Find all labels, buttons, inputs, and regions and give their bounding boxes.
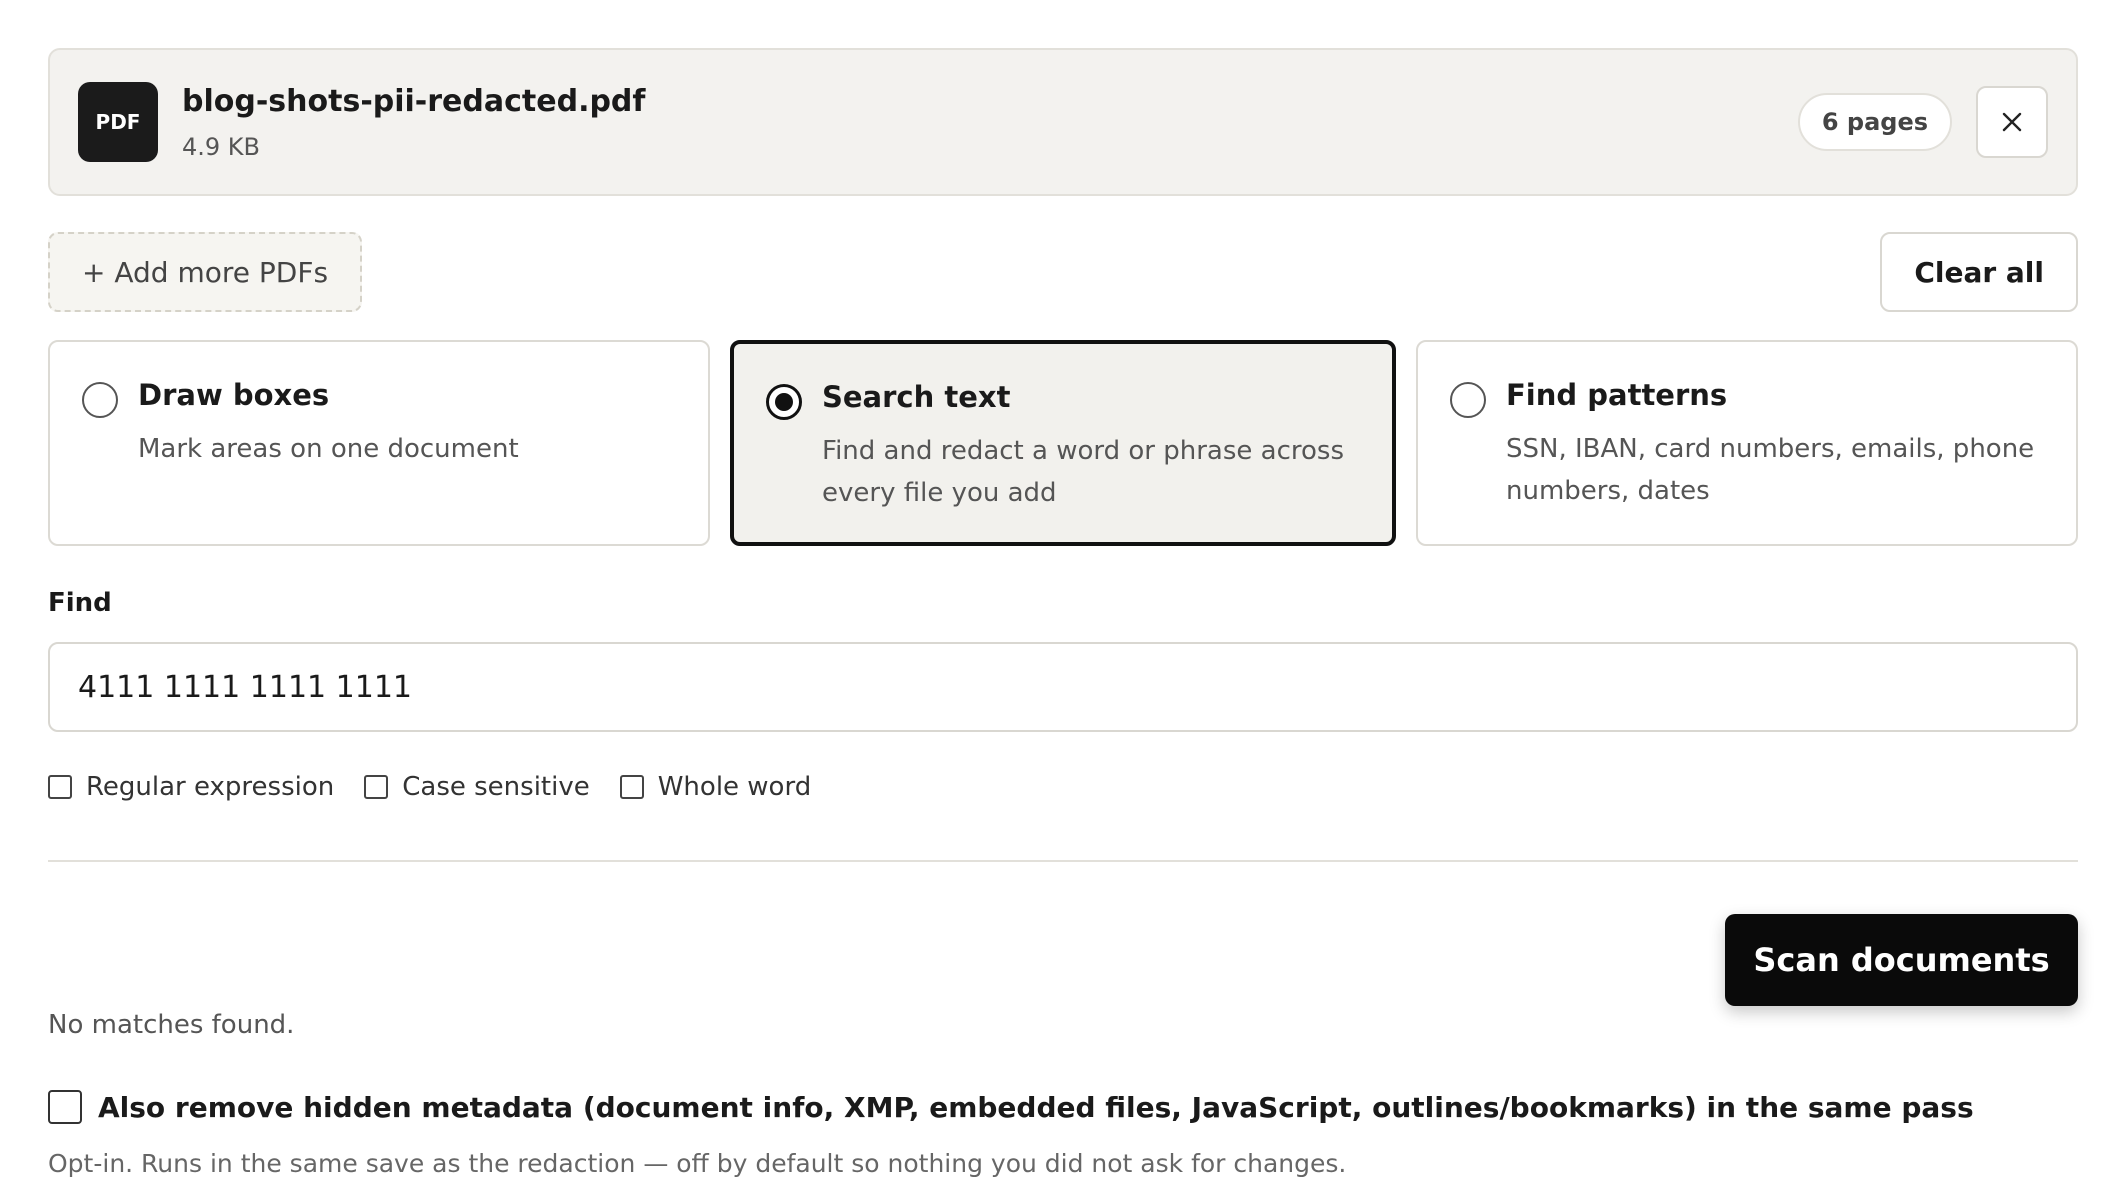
divider — [48, 860, 2078, 862]
case-sensitive-label: Case sensitive — [402, 772, 590, 802]
search-options: Regular expression Case sensitive Whole … — [48, 772, 2076, 802]
checkbox-icon[interactable] — [619, 775, 644, 799]
remove-file-button[interactable] — [1976, 86, 2048, 158]
find-label: Find — [48, 588, 112, 618]
status-message: No matches found. — [48, 1010, 295, 1040]
regex-label: Regular expression — [86, 772, 335, 802]
whole-word-label: Whole word — [657, 772, 812, 802]
remove-metadata-label: Also remove hidden metadata (document in… — [98, 1090, 1974, 1124]
find-input[interactable] — [48, 642, 2078, 732]
mode-title: Search text — [822, 380, 1011, 414]
mode-selector: Draw boxes Mark areas on one document Se… — [48, 340, 2078, 546]
file-card: PDF blog-shots-pii-redacted.pdf 4.9 KB 6… — [48, 48, 2078, 196]
clear-all-button[interactable]: Clear all — [1880, 232, 2078, 312]
mode-draw-boxes[interactable]: Draw boxes Mark areas on one document — [48, 340, 710, 546]
metadata-note: Opt-in. Runs in the same save as the red… — [48, 1149, 1347, 1178]
mode-title: Find patterns — [1506, 378, 1728, 412]
checkbox-icon[interactable] — [48, 1090, 82, 1124]
mode-search-text[interactable]: Search text Find and redact a word or ph… — [730, 340, 1396, 546]
mode-text: Find patterns SSN, IBAN, card numbers, e… — [1506, 378, 2046, 512]
file-info: blog-shots-pii-redacted.pdf 4.9 KB — [182, 84, 1798, 161]
checkbox-icon[interactable] — [48, 775, 72, 799]
whole-word-option[interactable]: Whole word — [619, 772, 812, 802]
mode-title: Draw boxes — [138, 378, 330, 412]
mode-text: Draw boxes Mark areas on one document — [138, 378, 519, 470]
add-more-pdfs-button[interactable]: + Add more PDFs — [48, 232, 363, 312]
mode-description: SSN, IBAN, card numbers, emails, phone n… — [1506, 434, 2035, 506]
file-size: 4.9 KB — [182, 132, 260, 161]
file-name: blog-shots-pii-redacted.pdf — [182, 83, 646, 119]
mode-description: Mark areas on one document — [138, 434, 519, 464]
close-icon — [2002, 112, 2022, 132]
checkbox-icon[interactable] — [364, 775, 389, 799]
regex-option[interactable]: Regular expression — [48, 772, 334, 802]
pdf-file-icon: PDF — [78, 82, 158, 162]
mode-text: Search text Find and redact a word or ph… — [822, 380, 1362, 514]
file-actions: + Add more PDFs Clear all — [48, 232, 2078, 312]
scan-documents-button[interactable]: Scan documents — [1725, 914, 2078, 1006]
case-sensitive-option[interactable]: Case sensitive — [364, 772, 590, 802]
radio-icon[interactable] — [766, 384, 802, 420]
redaction-page: PDF blog-shots-pii-redacted.pdf 4.9 KB 6… — [0, 0, 2124, 1184]
mode-find-patterns[interactable]: Find patterns SSN, IBAN, card numbers, e… — [1416, 340, 2078, 546]
radio-icon[interactable] — [1450, 382, 1486, 418]
mode-description: Find and redact a word or phrase across … — [822, 436, 1345, 508]
radio-icon[interactable] — [82, 382, 118, 418]
page-count-badge: 6 pages — [1797, 93, 1952, 151]
remove-metadata-option[interactable]: Also remove hidden metadata (document in… — [48, 1090, 1974, 1124]
